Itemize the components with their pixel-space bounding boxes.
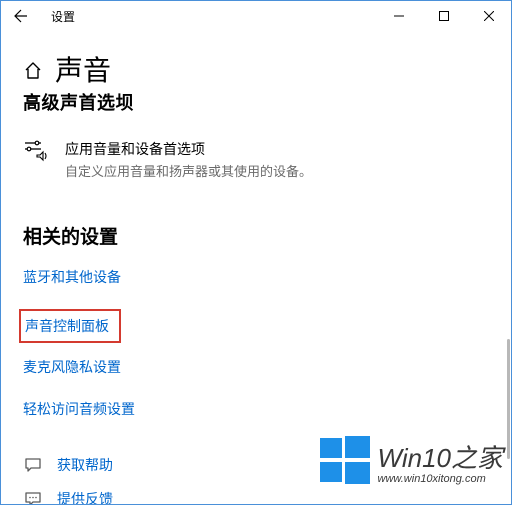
feedback-label: 提供反馈 xyxy=(57,489,113,505)
link-bluetooth-devices[interactable]: 蓝牙和其他设备 xyxy=(23,267,121,287)
back-button[interactable] xyxy=(1,1,41,31)
maximize-icon xyxy=(439,11,449,21)
window-controls xyxy=(376,1,511,31)
option-title: 应用音量和设备首选项 xyxy=(65,139,312,159)
arrow-left-icon xyxy=(13,8,29,24)
annotation-highlight: 声音控制面板 xyxy=(19,309,121,343)
windows-logo-icon xyxy=(316,432,374,490)
link-ease-audio[interactable]: 轻松访问音频设置 xyxy=(23,399,135,419)
window-title: 设置 xyxy=(51,8,75,25)
maximize-button[interactable] xyxy=(421,1,466,31)
close-icon xyxy=(484,11,494,21)
sliders-speaker-icon xyxy=(23,139,51,168)
minimize-icon xyxy=(394,11,404,21)
app-volume-option[interactable]: 应用音量和设备首选项 自定义应用音量和扬声器或其使用的设备。 xyxy=(23,139,489,180)
minimize-button[interactable] xyxy=(376,1,421,31)
close-button[interactable] xyxy=(466,1,511,31)
watermark: Win10之家 www.win10xitong.com xyxy=(316,432,503,490)
home-icon xyxy=(23,61,45,83)
option-desc: 自定义应用音量和扬声器或其使用的设备。 xyxy=(65,161,312,180)
chat-help-icon xyxy=(23,456,43,474)
titlebar: 设置 xyxy=(1,1,511,31)
get-help-label: 获取帮助 xyxy=(57,455,113,475)
vertical-scrollbar[interactable] xyxy=(507,339,510,459)
link-mic-privacy[interactable]: 麦克风隐私设置 xyxy=(23,357,121,377)
related-settings-heading: 相关的设置 xyxy=(23,222,489,249)
watermark-url: www.win10xitong.com xyxy=(378,473,503,485)
page-title: 声音 xyxy=(55,49,111,89)
link-sound-control-panel[interactable]: 声音控制面板 xyxy=(25,316,109,336)
settings-window: 设置 声音 高级声首选坝 xyxy=(0,0,512,505)
page-header: 声音 xyxy=(23,49,489,89)
watermark-brand: Win10之家 xyxy=(378,438,503,475)
feedback-icon xyxy=(23,490,43,505)
subsection-heading-cut: 高级声首选坝 xyxy=(23,89,489,115)
feedback-link[interactable]: 提供反馈 xyxy=(23,489,489,505)
